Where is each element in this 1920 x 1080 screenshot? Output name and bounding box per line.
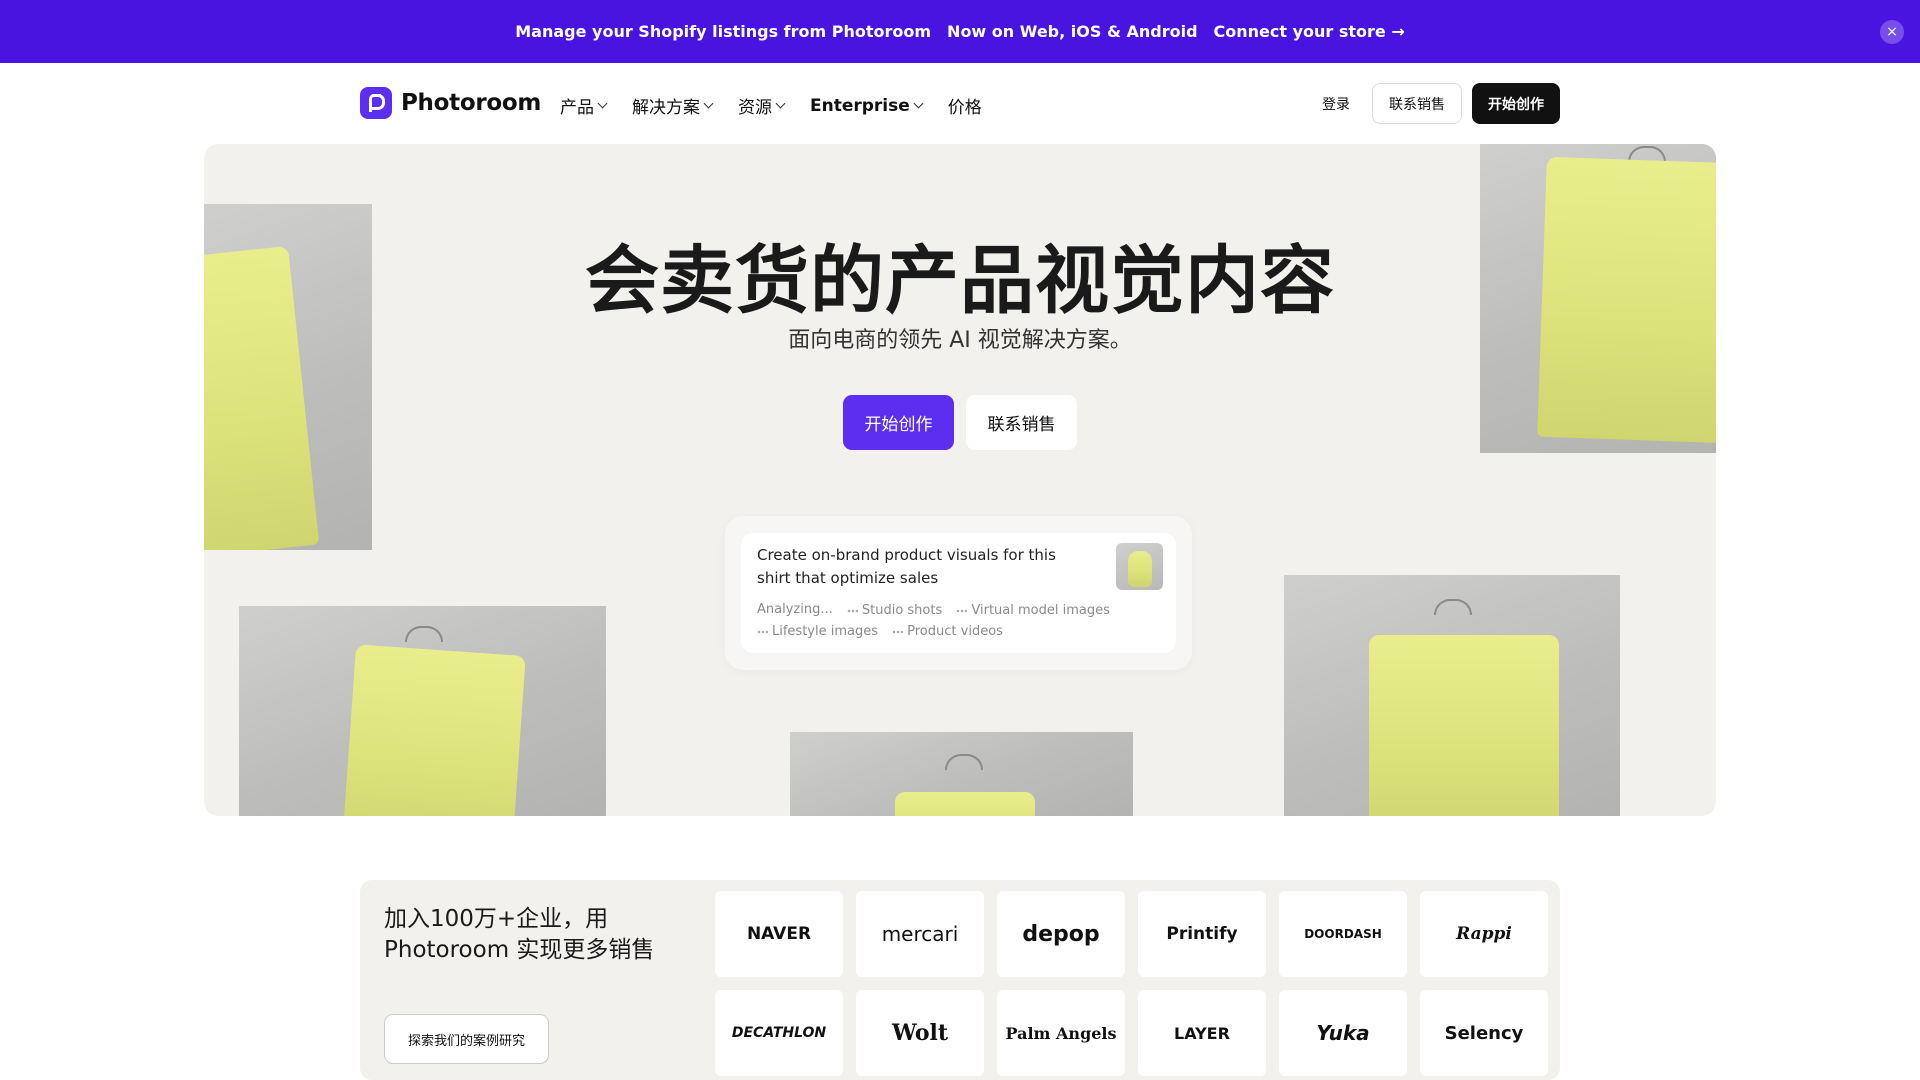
logo-palm-angels: Palm Angels	[997, 990, 1125, 1076]
main-menu: 产品 解决方案 资源 Enterprise 价格	[560, 93, 982, 119]
menu-item-resources[interactable]: 资源	[738, 93, 786, 118]
shirt-image	[895, 792, 1035, 816]
menu-label: 解决方案	[632, 98, 700, 118]
logo-depop: depop	[997, 891, 1125, 977]
tag-studio-shots: Studio shots	[846, 601, 943, 621]
logo-mercari: mercari	[856, 891, 984, 977]
shirt-image	[1128, 551, 1152, 587]
logo-selency: Selency	[1420, 990, 1548, 1076]
menu-item-enterprise[interactable]: Enterprise	[810, 93, 924, 118]
photoroom-logo-icon	[360, 87, 392, 119]
hero-contact-sales-button[interactable]: 联系销售	[966, 395, 1077, 450]
tag-analyzing: Analyzing...	[757, 600, 833, 620]
login-link[interactable]: 登录	[1322, 94, 1350, 114]
hanger-icon	[405, 626, 443, 642]
hero-buttons: 开始创作 联系销售	[204, 395, 1716, 450]
shirt-photo-right-bottom	[1284, 575, 1620, 816]
logo-grid: NAVER mercari depop Printify DOORDASH Ra…	[715, 891, 1548, 1076]
loading-dots-icon	[956, 609, 968, 613]
loading-dots-icon	[892, 630, 904, 634]
menu-item-products[interactable]: 产品	[560, 93, 608, 118]
shirt-image	[342, 644, 526, 816]
prompt-text: Create on-brand product visuals for this…	[757, 546, 1056, 587]
customer-logos-section: 加入100万+企业，用 Photoroom 实现更多销售 探索我们的案例研究 N…	[360, 880, 1560, 1080]
menu-label: 产品	[560, 98, 594, 118]
close-icon[interactable]: ×	[1880, 20, 1904, 44]
announcement-text-shopify: Manage your Shopify listings from Photor…	[515, 22, 932, 41]
menu-label: 资源	[738, 98, 772, 118]
logo-decathlon: DECATHLON	[715, 990, 843, 1076]
ai-prompt-card: Create on-brand product visuals for this…	[725, 516, 1192, 670]
loading-dots-icon	[846, 609, 858, 613]
hero-subtitle: 面向电商的领先 AI 视觉解决方案。	[788, 328, 1132, 353]
tag-virtual-model: Virtual model images	[956, 601, 1110, 621]
logo-doordash: DOORDASH	[1279, 891, 1407, 977]
shirt-thumbnail	[1116, 543, 1163, 590]
prompt-box[interactable]: Create on-brand product visuals for this…	[741, 533, 1176, 653]
connect-store-link[interactable]: Connect your store →	[1214, 22, 1405, 41]
announcement-text-platforms: Now on Web, iOS & Android	[947, 22, 1198, 41]
shirt-photo-center-bottom	[790, 732, 1133, 816]
shirt-image	[1369, 635, 1559, 816]
hero-title: 会卖货的产品视觉内容	[585, 238, 1335, 324]
logo-naver: NAVER	[715, 891, 843, 977]
logo-yuka: Yuka	[1279, 990, 1407, 1076]
chevron-down-icon	[597, 98, 608, 109]
hanger-icon	[945, 754, 983, 770]
tag-label: Lifestyle images	[772, 624, 878, 639]
menu-label: Enterprise	[810, 95, 910, 116]
tag-lifestyle: Lifestyle images	[757, 622, 878, 642]
shirt-photo-left-bottom	[239, 606, 606, 816]
start-creating-button[interactable]: 开始创作	[1472, 83, 1560, 124]
tag-label: Product videos	[907, 624, 1003, 639]
announcement-bar: Manage your Shopify listings from Photor…	[0, 0, 1920, 63]
hero-start-creating-button[interactable]: 开始创作	[843, 395, 954, 450]
menu-item-pricing[interactable]: 价格	[948, 93, 982, 118]
tag-label: Studio shots	[861, 603, 943, 618]
contact-sales-button[interactable]: 联系销售	[1372, 83, 1462, 124]
tag-label: Analyzing...	[757, 602, 833, 617]
case-studies-button[interactable]: 探索我们的案例研究	[384, 1014, 549, 1064]
tag-label: Virtual model images	[971, 603, 1110, 618]
logo-wolt: Wolt	[856, 990, 984, 1076]
logos-heading: 加入100万+企业，用 Photoroom 实现更多销售	[384, 906, 655, 963]
logo-text: Photoroom	[401, 90, 542, 116]
logo-printify: Printify	[1138, 891, 1266, 977]
tag-product-videos: Product videos	[892, 622, 1003, 642]
hero-section: 会卖货的产品视觉内容 面向电商的领先 AI 视觉解决方案。 开始创作 联系销售 …	[204, 144, 1716, 816]
chevron-down-icon	[913, 98, 924, 109]
nav-actions: 登录 联系销售 开始创作	[1322, 83, 1560, 124]
chevron-down-icon	[775, 98, 786, 109]
logo-layer: LAYER	[1138, 990, 1266, 1076]
top-navigation: Photoroom 产品 解决方案 资源 Enterprise 价格 登录 联系…	[0, 63, 1920, 143]
prompt-status-tags: Analyzing... Studio shots Virtual model …	[757, 600, 1157, 642]
hanger-icon	[1434, 599, 1472, 615]
photoroom-logo[interactable]: Photoroom	[360, 87, 541, 119]
menu-item-solutions[interactable]: 解决方案	[632, 93, 714, 118]
menu-label: 价格	[947, 98, 982, 118]
logo-rappi: Rappi	[1420, 891, 1548, 977]
chevron-down-icon	[703, 98, 714, 109]
loading-dots-icon	[757, 630, 768, 634]
